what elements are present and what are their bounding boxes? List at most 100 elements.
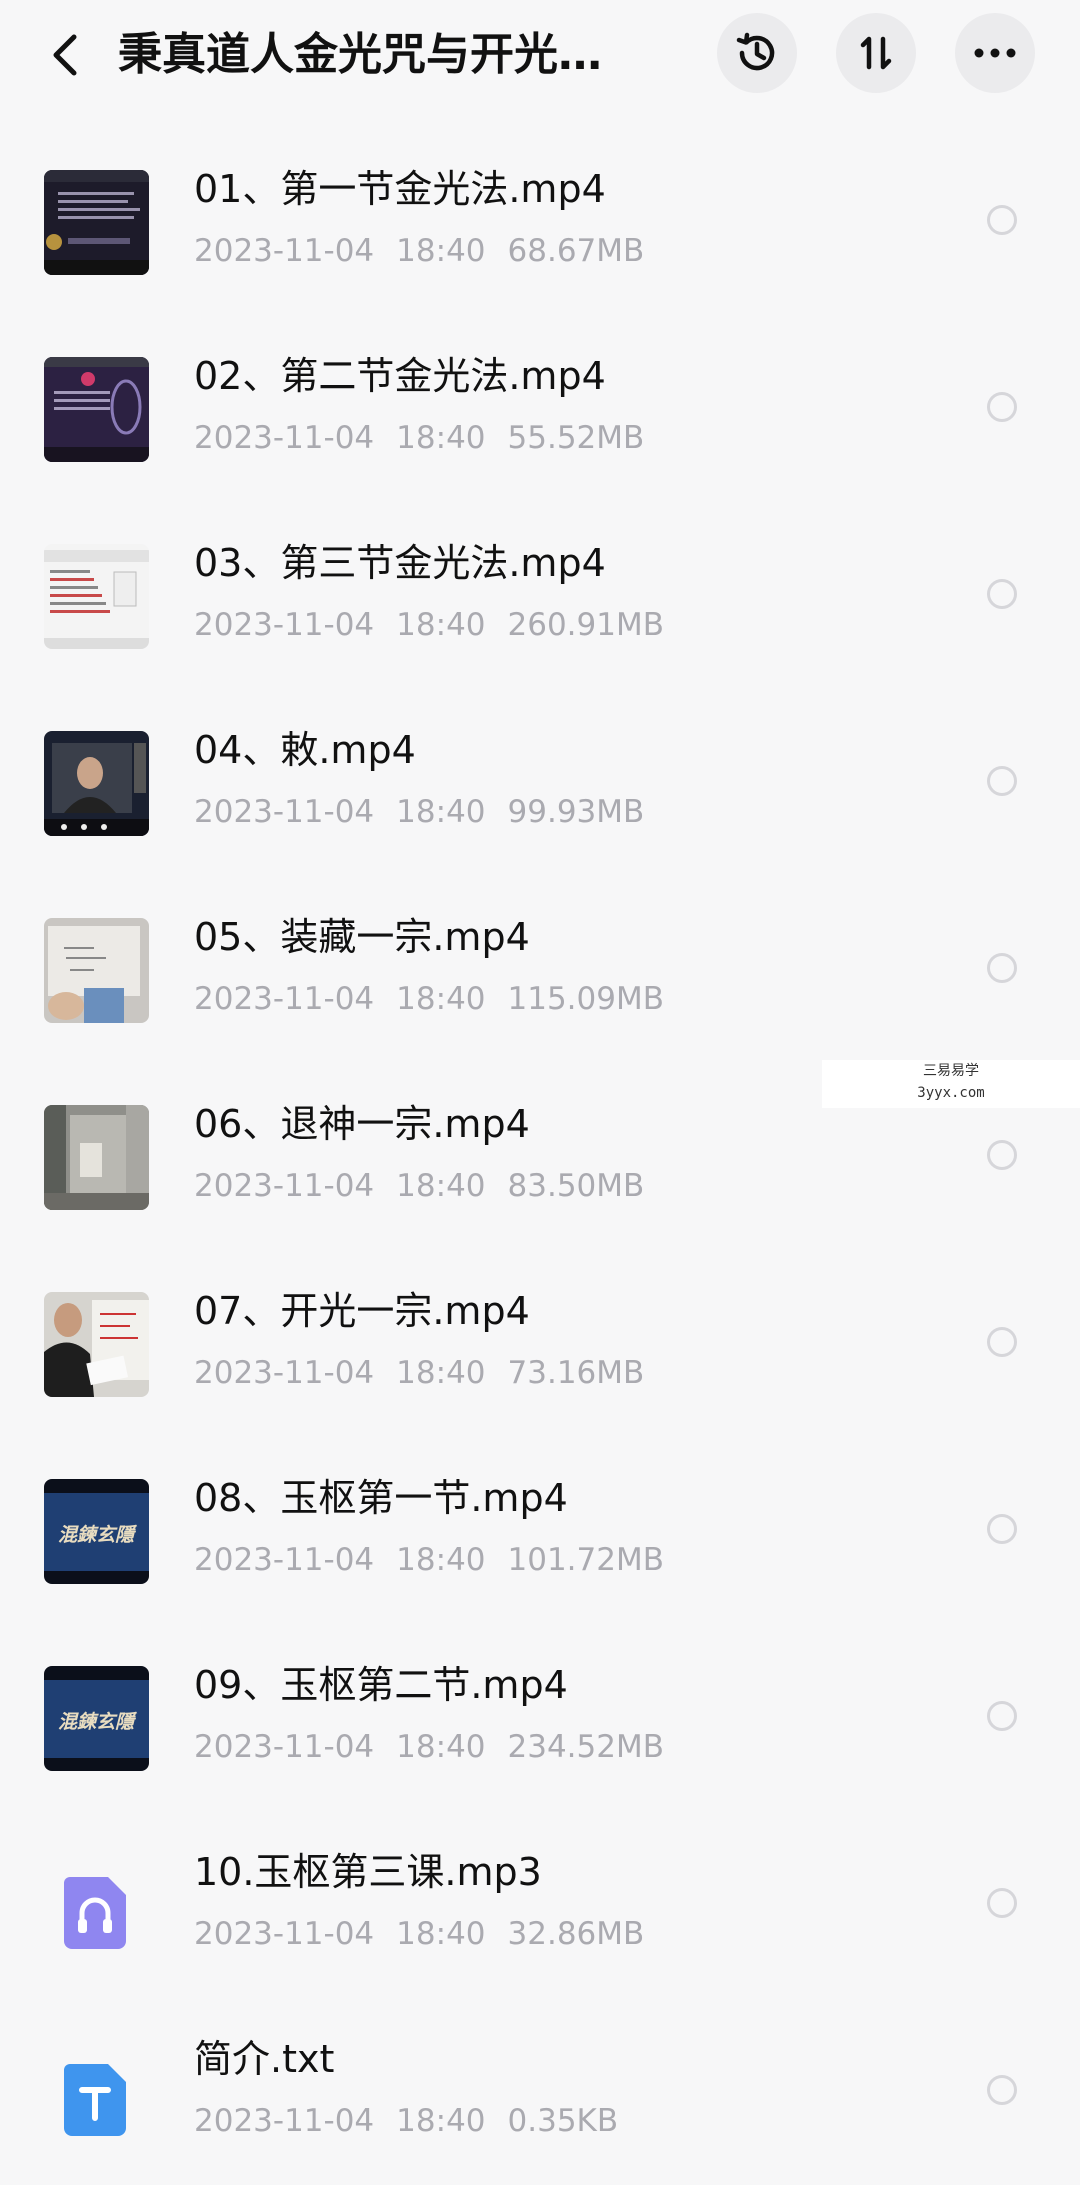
file-meta: 2023-11-04 18:40 260.91MB bbox=[194, 602, 686, 648]
select-radio[interactable] bbox=[987, 1140, 1017, 1170]
file-date: 2023-11-04 bbox=[194, 1916, 375, 1952]
video-thumbnail bbox=[44, 918, 149, 1023]
watermark-url: 3yyx.com bbox=[917, 1085, 985, 1101]
file-meta: 2023-11-04 18:40 115.09MB bbox=[194, 976, 686, 1022]
file-time: 18:40 bbox=[396, 607, 486, 643]
video-thumbnail bbox=[44, 1105, 149, 1210]
file-date: 2023-11-04 bbox=[194, 1168, 375, 1204]
file-meta: 2023-11-04 18:40 101.72MB bbox=[194, 1537, 686, 1583]
file-meta: 2023-11-04 18:40 73.16MB bbox=[194, 1350, 666, 1396]
file-size: 73.16MB bbox=[507, 1355, 645, 1391]
svg-text:混鍊玄隱: 混鍊玄隱 bbox=[58, 1524, 138, 1546]
select-radio[interactable] bbox=[987, 1888, 1017, 1918]
video-thumbnail bbox=[44, 1292, 149, 1397]
file-row[interactable]: 01、第一节金光法.mp4 2023-11-04 18:40 68.67MB bbox=[0, 128, 1080, 315]
file-size: 0.35KB bbox=[507, 2103, 619, 2139]
svg-text:混鍊玄隱: 混鍊玄隱 bbox=[58, 1711, 138, 1733]
select-radio[interactable] bbox=[987, 953, 1017, 983]
video-thumbnail: 混鍊玄隱 bbox=[44, 1666, 149, 1771]
file-size: 260.91MB bbox=[507, 607, 664, 643]
file-time: 18:40 bbox=[396, 233, 486, 269]
video-thumbnail bbox=[44, 731, 149, 836]
file-name: 01、第一节金光法.mp4 bbox=[194, 167, 606, 211]
file-meta: 2023-11-04 18:40 99.93MB bbox=[194, 789, 666, 835]
file-time: 18:40 bbox=[396, 1916, 486, 1952]
file-size: 115.09MB bbox=[507, 981, 664, 1017]
file-time: 18:40 bbox=[396, 1729, 486, 1765]
file-row[interactable]: 02、第二节金光法.mp4 2023-11-04 18:40 55.52MB bbox=[0, 315, 1080, 502]
file-date: 2023-11-04 bbox=[194, 1729, 375, 1765]
file-name: 03、第三节金光法.mp4 bbox=[194, 541, 606, 585]
file-name: 02、第二节金光法.mp4 bbox=[194, 354, 606, 398]
file-name: 10.玉枢第三课.mp3 bbox=[194, 1850, 542, 1894]
sort-icon bbox=[860, 36, 892, 70]
file-meta: 2023-11-04 18:40 0.35KB bbox=[194, 2098, 640, 2144]
select-radio[interactable] bbox=[987, 1701, 1017, 1731]
file-row[interactable]: 混鍊玄隱 09、玉枢第二节.mp4 2023-11-04 18:40 234.52MB bbox=[0, 1624, 1080, 1811]
file-meta: 2023-11-04 18:40 83.50MB bbox=[194, 1163, 666, 1209]
history-button[interactable] bbox=[717, 13, 797, 93]
file-name: 07、开光一宗.mp4 bbox=[194, 1289, 530, 1333]
video-thumbnail bbox=[44, 170, 149, 275]
file-row[interactable]: 07、开光一宗.mp4 2023-11-04 18:40 73.16MB bbox=[0, 1250, 1080, 1437]
file-size: 234.52MB bbox=[507, 1729, 664, 1765]
file-time: 18:40 bbox=[396, 420, 486, 456]
audio-file-icon bbox=[64, 1877, 126, 1949]
file-time: 18:40 bbox=[396, 1168, 486, 1204]
file-date: 2023-11-04 bbox=[194, 981, 375, 1017]
file-time: 18:40 bbox=[396, 2103, 486, 2139]
text-file-icon bbox=[64, 2064, 126, 2136]
history-icon bbox=[736, 32, 775, 71]
file-time: 18:40 bbox=[396, 1355, 486, 1391]
more-button[interactable] bbox=[955, 13, 1035, 93]
file-size: 55.52MB bbox=[507, 420, 645, 456]
file-size: 99.93MB bbox=[507, 794, 645, 830]
file-date: 2023-11-04 bbox=[194, 607, 375, 643]
select-radio[interactable] bbox=[987, 205, 1017, 235]
file-size: 68.67MB bbox=[507, 233, 645, 269]
watermark-title: 三易易学 bbox=[923, 1063, 979, 1079]
file-name: 简介.txt bbox=[194, 2037, 335, 2081]
select-radio[interactable] bbox=[987, 1327, 1017, 1357]
file-size: 32.86MB bbox=[507, 1916, 645, 1952]
sort-button[interactable] bbox=[836, 13, 916, 93]
file-date: 2023-11-04 bbox=[194, 1355, 375, 1391]
file-size: 101.72MB bbox=[507, 1542, 664, 1578]
file-row[interactable]: 05、装藏一宗.mp4 2023-11-04 18:40 115.09MB bbox=[0, 876, 1080, 1063]
file-size: 83.50MB bbox=[507, 1168, 645, 1204]
file-time: 18:40 bbox=[396, 794, 486, 830]
file-date: 2023-11-04 bbox=[194, 233, 375, 269]
file-meta: 2023-11-04 18:40 234.52MB bbox=[194, 1724, 686, 1770]
file-name: 08、玉枢第一节.mp4 bbox=[194, 1476, 568, 1520]
file-date: 2023-11-04 bbox=[194, 794, 375, 830]
more-horizontal-icon bbox=[974, 48, 1016, 58]
select-radio[interactable] bbox=[987, 392, 1017, 422]
back-button[interactable] bbox=[40, 30, 90, 80]
file-name: 06、退神一宗.mp4 bbox=[194, 1102, 530, 1146]
watermark: 三易易学 3yyx.com bbox=[822, 1060, 1080, 1108]
select-radio[interactable] bbox=[987, 579, 1017, 609]
video-thumbnail bbox=[44, 357, 149, 462]
file-date: 2023-11-04 bbox=[194, 2103, 375, 2139]
file-row[interactable]: 简介.txt 2023-11-04 18:40 0.35KB bbox=[0, 1998, 1080, 2185]
file-time: 18:40 bbox=[396, 1542, 486, 1578]
file-date: 2023-11-04 bbox=[194, 420, 375, 456]
file-name: 04、敕.mp4 bbox=[194, 728, 416, 772]
file-meta: 2023-11-04 18:40 55.52MB bbox=[194, 415, 666, 461]
chevron-left-icon bbox=[53, 34, 77, 76]
file-name: 05、装藏一宗.mp4 bbox=[194, 915, 530, 959]
file-date: 2023-11-04 bbox=[194, 1542, 375, 1578]
select-radio[interactable] bbox=[987, 2075, 1017, 2105]
video-thumbnail bbox=[44, 544, 149, 649]
top-bar: 秉真道人金光咒与开光… bbox=[0, 0, 1080, 110]
select-radio[interactable] bbox=[987, 1514, 1017, 1544]
file-meta: 2023-11-04 18:40 68.67MB bbox=[194, 228, 666, 274]
file-time: 18:40 bbox=[396, 981, 486, 1017]
select-radio[interactable] bbox=[987, 766, 1017, 796]
file-row[interactable]: 03、第三节金光法.mp4 2023-11-04 18:40 260.91MB bbox=[0, 502, 1080, 689]
file-row[interactable]: 04、敕.mp4 2023-11-04 18:40 99.93MB bbox=[0, 689, 1080, 876]
file-name: 09、玉枢第二节.mp4 bbox=[194, 1663, 568, 1707]
video-thumbnail: 混鍊玄隱 bbox=[44, 1479, 149, 1584]
file-row[interactable]: 10.玉枢第三课.mp3 2023-11-04 18:40 32.86MB bbox=[0, 1811, 1080, 1998]
file-row[interactable]: 混鍊玄隱 08、玉枢第一节.mp4 2023-11-04 18:40 101.72MB bbox=[0, 1437, 1080, 1624]
